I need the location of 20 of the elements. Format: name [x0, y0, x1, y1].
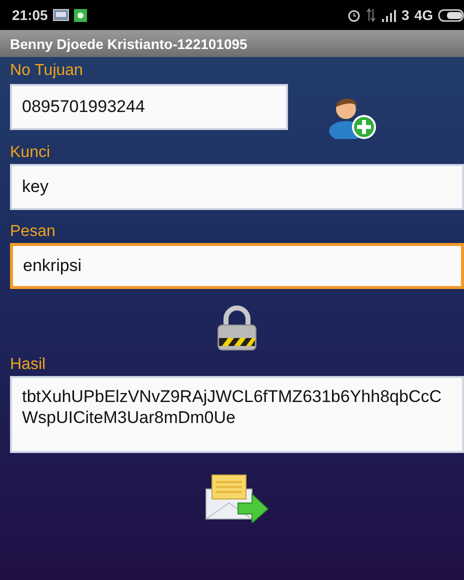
- app-title: Benny Djoede Kristianto-122101095: [10, 36, 248, 52]
- sim-number: 3: [402, 7, 410, 23]
- send-message-icon[interactable]: [204, 473, 270, 523]
- clock-time: 21:05: [12, 7, 48, 23]
- notification-icon: [74, 8, 87, 22]
- message-icon: [52, 9, 69, 21]
- network-type: 4G: [414, 7, 433, 23]
- signal-icon: [380, 8, 397, 22]
- alarm-icon: [346, 8, 361, 22]
- field-label: Pesan: [10, 222, 56, 242]
- lock-icon[interactable]: [216, 305, 258, 351]
- field-label: Hasil: [10, 355, 46, 375]
- result-field[interactable]: tbtXuhUPbElzVNvZ9RAjJWCL6fTMZ631b6Yhh8qbCcCWspUICiteM3Uar8mDm0Ue: [10, 376, 464, 453]
- field-label: Kunci: [10, 143, 50, 163]
- input-field[interactable]: 0895701993244: [10, 84, 288, 130]
- battery-icon: [438, 8, 464, 22]
- field-label: No Tujuan: [10, 61, 83, 81]
- input-field[interactable]: key: [10, 164, 464, 210]
- input-field[interactable]: enkripsi: [10, 243, 464, 289]
- data-arrows-icon: [366, 8, 376, 22]
